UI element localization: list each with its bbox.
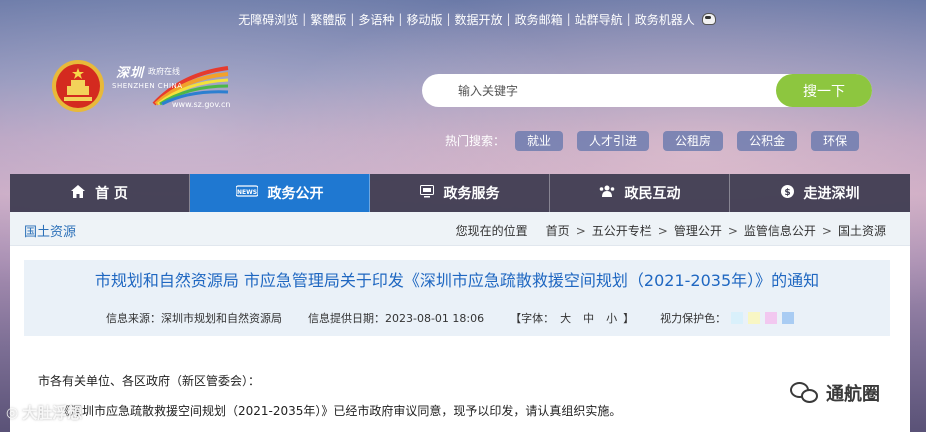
people-icon	[599, 185, 615, 201]
breadcrumb-bar: 国土资源 您现在的位置 首页 > 五公开专栏 > 管理公开 > 监管信息公开 >…	[10, 212, 910, 246]
site-logo[interactable]: 深圳 政府在线 SHENZHEN CHINA www.sz.gov.cn	[112, 58, 230, 116]
nav-government-services[interactable]: 政务服务	[370, 174, 550, 212]
article-meta: 信息来源：深圳市规划和自然资源局 信息提供日期：2023-08-01 18:06…	[106, 310, 795, 326]
hot-search-label: 热门搜索：	[445, 134, 506, 148]
eye-color-swatch[interactable]	[765, 312, 778, 324]
weibo-icon: ◎	[6, 404, 19, 421]
top-links-bar: 无障碍浏览 | 繁體版 | 多语种 | 移动版 | 数据开放 | 政务邮箱 | …	[0, 9, 926, 29]
nav-public-interaction[interactable]: 政民互动	[550, 174, 730, 212]
nav-government-services-label: 政务服务	[443, 186, 500, 202]
watermark-right-text: 通航圈	[826, 384, 880, 405]
font-size-large[interactable]: 大	[560, 310, 571, 326]
logo-english-name: SHENZHEN CHINA	[112, 82, 183, 90]
article-salutation: 市各有关单位、各区政府（新区管委会）：	[38, 374, 261, 388]
font-size-close: 】	[623, 312, 635, 325]
svg-text:$: $	[784, 188, 790, 198]
hot-search-bar: 热门搜索： 就业 人才引进 公租房 公积金 环保	[445, 130, 873, 151]
news-icon: NEWS	[234, 185, 259, 201]
mobile-link[interactable]: 移动版	[406, 11, 442, 28]
monitor-icon	[419, 184, 434, 202]
home-icon	[71, 184, 86, 202]
hot-tag-talent[interactable]: 人才引进	[577, 130, 650, 151]
main-nav: 首 页 NEWS 政务公开 政务服务 政民互动 $ 走进深圳	[10, 174, 910, 212]
svg-text:NEWS: NEWS	[236, 189, 256, 196]
breadcrumb: 您现在的位置 首页 > 五公开专栏 > 管理公开 > 监管信息公开 > 国土资源	[456, 222, 886, 239]
nav-explore-shenzhen-label: 走进深圳	[803, 186, 860, 202]
site-navigation-link[interactable]: 站群导航	[575, 11, 623, 28]
eye-color-swatch[interactable]	[731, 312, 744, 324]
wechat-icon	[790, 382, 820, 404]
logo-chinese-name: 深圳	[116, 66, 145, 81]
section-title[interactable]: 国土资源	[24, 221, 76, 240]
nav-government-affairs-open-label: 政务公开	[267, 186, 324, 202]
breadcrumb-supervision-info[interactable]: 监管信息公开	[744, 222, 816, 239]
search-input[interactable]	[458, 74, 768, 107]
content-panel: 国土资源 您现在的位置 首页 > 五公开专栏 > 管理公开 > 监管信息公开 >…	[10, 212, 910, 432]
divider: |	[350, 12, 355, 26]
divider: |	[626, 12, 631, 26]
hot-tag-housing-fund[interactable]: 公积金	[737, 130, 798, 151]
chevron-right-icon: >	[727, 223, 738, 238]
hot-tag-environment[interactable]: 环保	[811, 130, 860, 151]
font-size-small[interactable]: 小	[606, 310, 617, 326]
nav-public-interaction-label: 政民互动	[624, 186, 681, 202]
breadcrumb-five-open[interactable]: 五公开专栏	[592, 222, 652, 239]
chevron-right-icon: >	[657, 223, 668, 238]
dollar-icon: $	[780, 184, 794, 202]
nav-explore-shenzhen[interactable]: $ 走进深圳	[730, 174, 910, 212]
watermark-left: ◎ 大肚浮想	[6, 402, 82, 423]
article-paragraph: 《深圳市应急疏散救援空间规划（2021-2035年）》已经市政府审议同意，现予以…	[58, 404, 622, 418]
chevron-right-icon: >	[575, 223, 586, 238]
accessibility-link[interactable]: 无障碍浏览	[238, 11, 298, 28]
divider: |	[398, 12, 403, 26]
eye-protection-label: 视力保护色：	[660, 312, 727, 325]
multilingual-link[interactable]: 多语种	[358, 11, 394, 28]
hot-tag-employment[interactable]: 就业	[515, 130, 564, 151]
article-header: 市规划和自然资源局 市应急管理局关于印发《深圳市应急疏散救援空间规划（2021-…	[24, 260, 890, 336]
eye-color-swatch[interactable]	[748, 312, 761, 324]
font-size-medium[interactable]: 中	[583, 310, 594, 326]
nav-home-label: 首 页	[95, 186, 128, 202]
info-date: 信息提供日期：2023-08-01 18:06	[308, 312, 485, 325]
breadcrumb-here-label: 您现在的位置	[455, 224, 528, 238]
gov-robot-link[interactable]: 政务机器人	[635, 11, 695, 28]
font-size-label: 【字体：	[510, 312, 555, 325]
divider: |	[506, 12, 511, 26]
eye-color-swatch[interactable]	[782, 312, 795, 324]
info-source: 信息来源：深圳市规划和自然资源局	[106, 312, 282, 325]
divider: |	[566, 12, 571, 26]
search-box: 搜一下	[422, 74, 872, 107]
breadcrumb-management-open[interactable]: 管理公开	[674, 222, 722, 239]
breadcrumb-land-resources[interactable]: 国土资源	[838, 222, 886, 239]
gov-mail-link[interactable]: 政务邮箱	[515, 11, 563, 28]
nav-government-affairs-open[interactable]: NEWS 政务公开	[190, 174, 370, 212]
article-title: 市规划和自然资源局 市应急管理局关于印发《深圳市应急疏散救援空间规划（2021-…	[94, 271, 820, 290]
robot-icon[interactable]	[700, 12, 716, 26]
national-emblem-icon	[50, 58, 106, 114]
divider: |	[302, 12, 307, 26]
hot-tag-public-housing[interactable]: 公租房	[663, 130, 724, 151]
traditional-chinese-link[interactable]: 繁體版	[310, 11, 346, 28]
breadcrumb-home[interactable]: 首页	[546, 222, 570, 239]
watermark-right: 通航圈	[790, 380, 880, 406]
nav-home[interactable]: 首 页	[10, 174, 190, 212]
search-button[interactable]: 搜一下	[776, 74, 872, 107]
logo-url: www.sz.gov.cn	[172, 100, 231, 109]
divider: |	[446, 12, 451, 26]
open-data-link[interactable]: 数据开放	[455, 11, 503, 28]
watermark-left-text: 大肚浮想	[22, 404, 83, 422]
chevron-right-icon: >	[821, 223, 832, 238]
